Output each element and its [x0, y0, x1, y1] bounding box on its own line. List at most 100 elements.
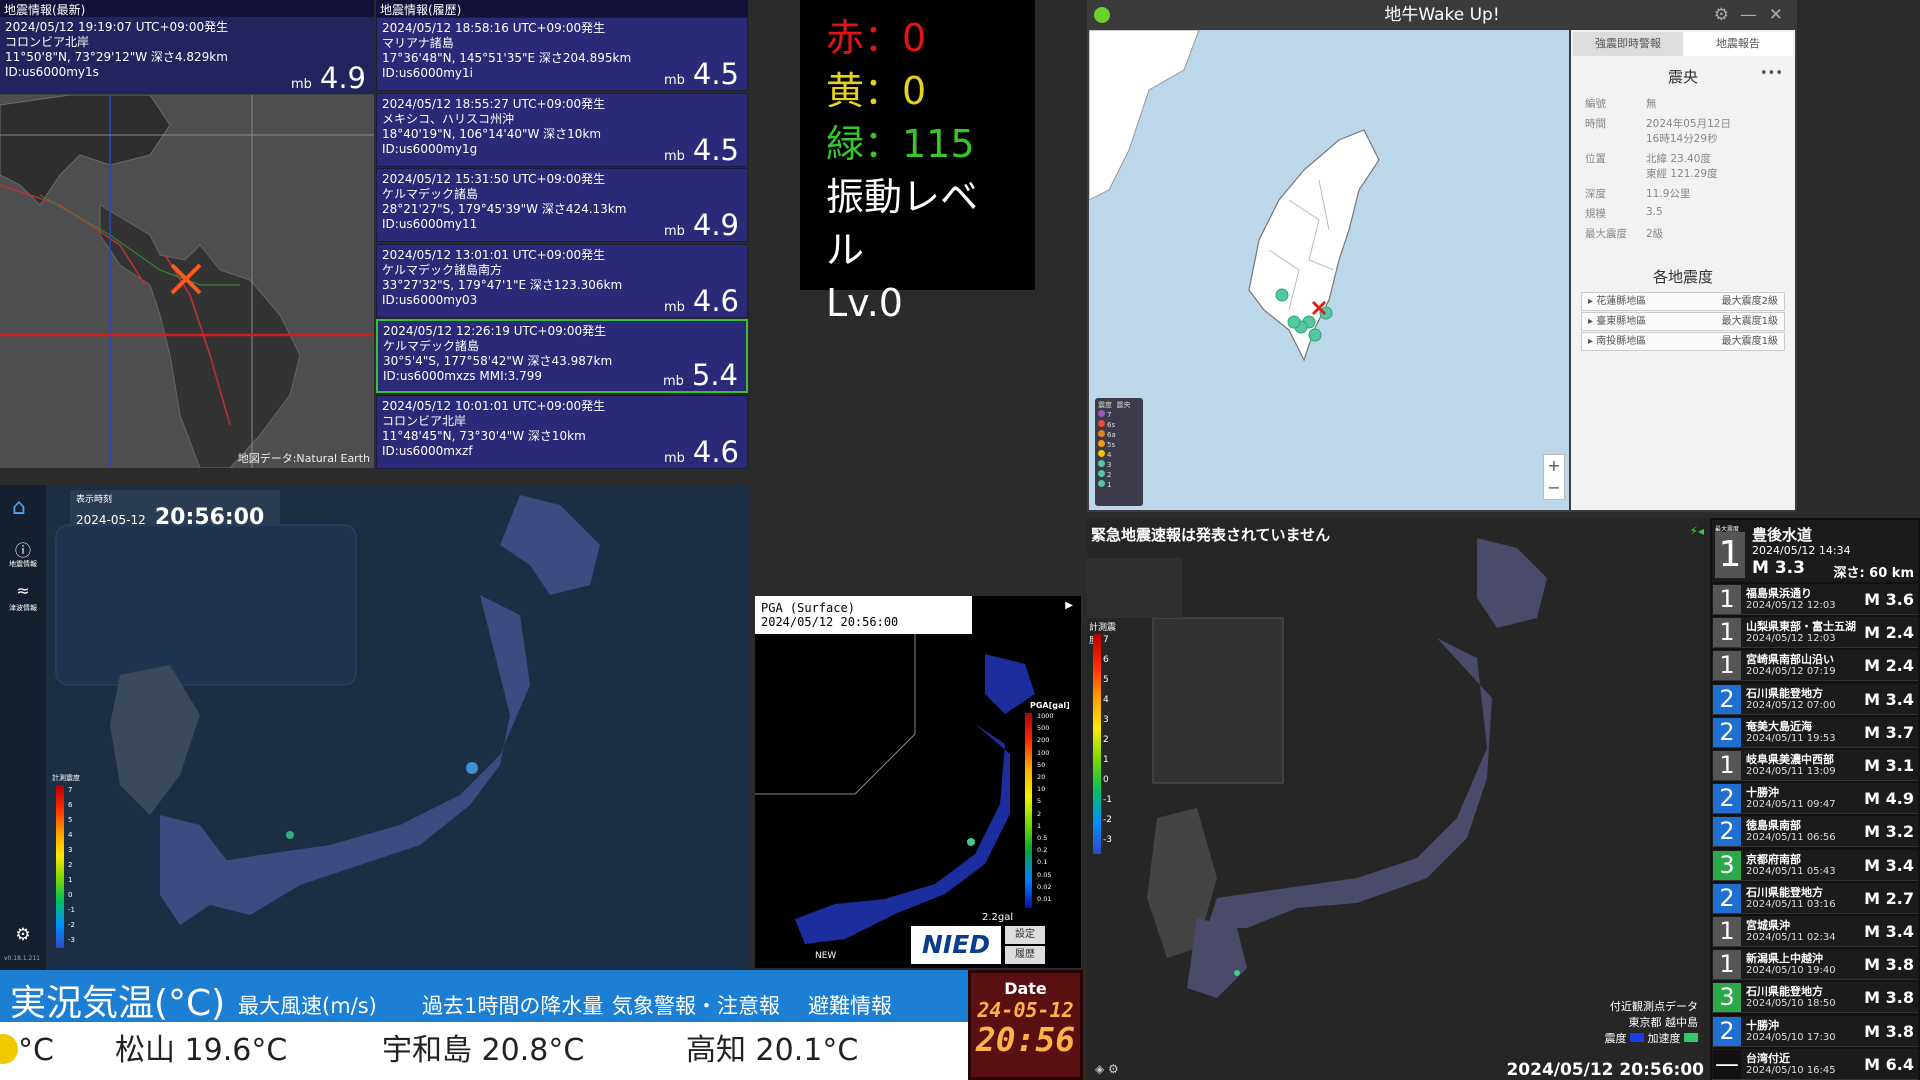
- quake-row[interactable]: 2 石川県能登地方 2024/05/12 07:00 M 3.4: [1712, 683, 1918, 715]
- quake-time: 2024/05/11 13:09: [1746, 766, 1836, 777]
- region-max: 最大震度2級: [1721, 296, 1778, 307]
- home-icon[interactable]: ⌂: [12, 495, 26, 520]
- tsunami-info-nav[interactable]: 津波情報: [0, 603, 46, 613]
- latest-jp-quake[interactable]: 最大震度 1 豊後水道 2024/05/12 14:34 M 3.3 深さ: 6…: [1712, 520, 1918, 582]
- report-key: 編號: [1585, 98, 1606, 110]
- more-icon[interactable]: •••: [1760, 66, 1783, 81]
- quake-intensity: —: [1713, 1049, 1741, 1079]
- history-place: コロンビア北岸: [382, 413, 467, 428]
- legend-dot-icon: [1098, 410, 1105, 417]
- quake-row[interactable]: 2 石川県能登地方 2024/05/11 03:16 M 2.7: [1712, 882, 1918, 914]
- quake-place: 石川県能登地方: [1746, 686, 1823, 700]
- quake-row[interactable]: 2 十勝沖 2024/05/11 09:47 M 4.9: [1712, 783, 1918, 815]
- legend-entry: 4: [1098, 450, 1140, 460]
- report-key: 規模: [1585, 208, 1606, 220]
- quake-row[interactable]: 1 岐阜県美濃中西部 2024/05/11 13:09 M 3.1: [1712, 750, 1918, 781]
- taiwan-map[interactable]: 震度 震央 7 6s 6a 5s 4 3 2 1 + −: [1089, 30, 1569, 510]
- pga-unit: PGA[gal]: [1030, 701, 1070, 710]
- history-item[interactable]: 2024/05/12 13:01:01 UTC+09:00発生 ケルマデック諸島南…: [376, 243, 748, 318]
- pga-history-button[interactable]: 履歴: [1005, 946, 1045, 964]
- zoom-in-button[interactable]: +: [1544, 455, 1564, 477]
- legend-dot-icon: [1098, 450, 1105, 457]
- tab-quake-report[interactable]: 地震報告: [1683, 32, 1793, 56]
- version-label: v0.18.1.211: [4, 955, 40, 962]
- pga-scale-tick: 0.2: [1037, 846, 1048, 855]
- scale-tick: 2: [1103, 735, 1109, 745]
- legend-dot-icon: [1098, 470, 1105, 477]
- history-item[interactable]: 2024/05/12 12:26:19 UTC+09:00発生 ケルマデック諸島 3…: [376, 319, 748, 393]
- quake-row[interactable]: 2 奄美大島近海 2024/05/11 19:53 M 3.7: [1712, 716, 1918, 748]
- quake-row[interactable]: 1 宮崎県南部山沿い 2024/05/12 07:19 M 2.4: [1712, 650, 1918, 682]
- history-item[interactable]: 2024/05/12 18:55:27 UTC+09:00発生 メキシコ、ハリスコ…: [376, 92, 748, 167]
- latest-jp-depth: 深さ: 60 km: [1833, 566, 1914, 581]
- quake-time: 2024/05/10 18:50: [1746, 998, 1836, 1010]
- ticker-tab[interactable]: 避難情報: [808, 990, 892, 1020]
- quake-row[interactable]: 1 山梨県東部・富士五湖 2024/05/12 12:03 M 2.4: [1712, 617, 1918, 649]
- quake-place: 京都府南部: [1746, 852, 1801, 866]
- map-datetime: 2024/05/12 20:56:00: [1506, 1060, 1704, 1080]
- quake-mag: M 3.6: [1864, 590, 1914, 609]
- quake-place: 岐阜県美濃中西部: [1746, 753, 1834, 766]
- quake-row[interactable]: 3 石川県能登地方 2024/05/10 18:50 M 3.8: [1712, 982, 1918, 1014]
- pga-colorbar: [1025, 713, 1032, 908]
- region-name: ▸ 花蓮縣地區: [1588, 296, 1647, 307]
- history-coords: 11°48'45"N, 73°30'4"W 深さ10km: [382, 428, 586, 443]
- pga-settings-button[interactable]: 設定: [1005, 926, 1045, 944]
- region-row[interactable]: ▸ 臺東縣地區 最大震度1級: [1581, 312, 1785, 331]
- world-map[interactable]: 地図データ:Natural Earth: [0, 95, 374, 468]
- quake-row[interactable]: 1 宮城県沖 2024/05/11 02:34 M 3.4: [1712, 916, 1918, 947]
- quake-place: 山梨県東部・富士五湖: [1746, 620, 1856, 634]
- quake-intensity: 1: [1713, 751, 1741, 780]
- history-item[interactable]: 2024/05/12 10:01:01 UTC+09:00発生 コロンビア北岸 11…: [376, 394, 748, 469]
- scale-tick: 3: [68, 846, 73, 854]
- quake-intensity: 1: [1713, 950, 1741, 980]
- region-row[interactable]: ▸ 南投縣地區 最大震度1級: [1581, 332, 1785, 351]
- history-item[interactable]: 2024/05/12 18:58:16 UTC+09:00発生 マリアナ諸島 17°…: [376, 17, 748, 91]
- region-row[interactable]: ▸ 花蓮縣地區 最大震度2級: [1581, 292, 1785, 311]
- minimize-icon[interactable]: —: [1740, 0, 1757, 30]
- quake-row[interactable]: 2 徳島県南部 2024/05/11 06:56 M 3.2: [1712, 816, 1918, 848]
- history-item[interactable]: 2024/05/12 15:31:50 UTC+09:00発生 ケルマデック諸島 2…: [376, 168, 748, 242]
- quake-mag: M 3.8: [1864, 988, 1914, 1008]
- history-time: 2024/05/12 13:01:01 UTC+09:00発生: [382, 247, 606, 262]
- japan-intensity-map[interactable]: ⌂ ⓘ 地震情報 ≈ 津波情報 ⚙ v0.18.1.211 表示時刻 2024-…: [0, 485, 750, 970]
- quake-row[interactable]: 1 福島県浜通り 2024/05/12 12:03 M 3.6: [1712, 584, 1918, 615]
- quake-info-nav[interactable]: 地震情報: [0, 559, 46, 569]
- wakeup-titlebar[interactable]: 地牛Wake Up! ⚙ — ✕: [1087, 0, 1797, 30]
- quake-place: 十勝沖: [1746, 1018, 1779, 1032]
- latest-magnitude: mb 4.9: [290, 61, 366, 95]
- quake-row[interactable]: 1 新潟県上中越沖 2024/05/10 19:40 M 3.8: [1712, 949, 1918, 981]
- quake-intensity: 2: [1713, 883, 1741, 913]
- history-place: ケルマデック諸島南方: [382, 262, 503, 277]
- pga-map[interactable]: PGA (Surface) 2024/05/12 20:56:00 ▶ PGA[…: [755, 596, 1081, 968]
- nearby-label: 付近観測点データ: [1610, 1000, 1698, 1013]
- tab-realtime-alert[interactable]: 強震即時警報: [1573, 32, 1683, 56]
- intensity-scale: 計測震度 7 6 5 4 3 2 1 0 -1 -2 -3: [52, 773, 84, 953]
- pga-scale-tick: 0.05: [1037, 870, 1052, 879]
- history-header: 地震情報(履歴): [376, 0, 748, 17]
- wakeup-sidepanel: 強震即時警報 地震報告 震央 ••• 編號無時間 2024年05月12日 16時14…: [1571, 30, 1795, 510]
- quake-row[interactable]: — 台湾付近 2024/05/10 16:45 M 6.4: [1712, 1048, 1918, 1080]
- gear-icon[interactable]: ⚙: [1714, 0, 1729, 30]
- region-name: ▸ 臺東縣地區: [1588, 316, 1647, 327]
- close-icon[interactable]: ✕: [1769, 0, 1783, 30]
- info-icon[interactable]: ⓘ: [0, 537, 46, 561]
- quake-row[interactable]: 3 京都府南部 2024/05/11 05:43 M 3.4: [1712, 849, 1918, 881]
- latest-quake-card[interactable]: 2024/05/12 19:19:07 UTC+09:00発生 コロンビア北岸 …: [0, 17, 374, 95]
- ticker-tab[interactable]: 過去1時間の降水量: [422, 990, 603, 1020]
- ticker-tab[interactable]: 気象警報・注意報: [612, 990, 780, 1020]
- report-value: 無: [1646, 98, 1657, 110]
- play-icon[interactable]: ▶: [1065, 600, 1073, 611]
- latest-place: コロンビア北岸: [5, 35, 90, 49]
- wave-icon[interactable]: ≈: [0, 581, 46, 600]
- japan-realtime-map[interactable]: 緊急地震速報は発表されていません ⚡◂ 計測震度 76543210-1-2-3 …: [1087, 518, 1710, 1080]
- quake-row[interactable]: 2 十勝沖 2024/05/10 17:30 M 3.8: [1712, 1015, 1918, 1047]
- ticker-tab[interactable]: 最大風速(m/s): [238, 990, 377, 1020]
- scale-tick: 4: [68, 831, 73, 839]
- regions-title: 各地震度: [1652, 268, 1713, 286]
- display-time-box: 表示時刻 2024-05-12 20:56:00: [70, 490, 280, 530]
- gear-icon[interactable]: ⚙: [0, 925, 46, 945]
- layers-icon[interactable]: ◈ ⚙: [1095, 1062, 1119, 1076]
- latest-header: 地震情報(最新): [0, 0, 374, 17]
- zoom-out-button[interactable]: −: [1544, 477, 1564, 499]
